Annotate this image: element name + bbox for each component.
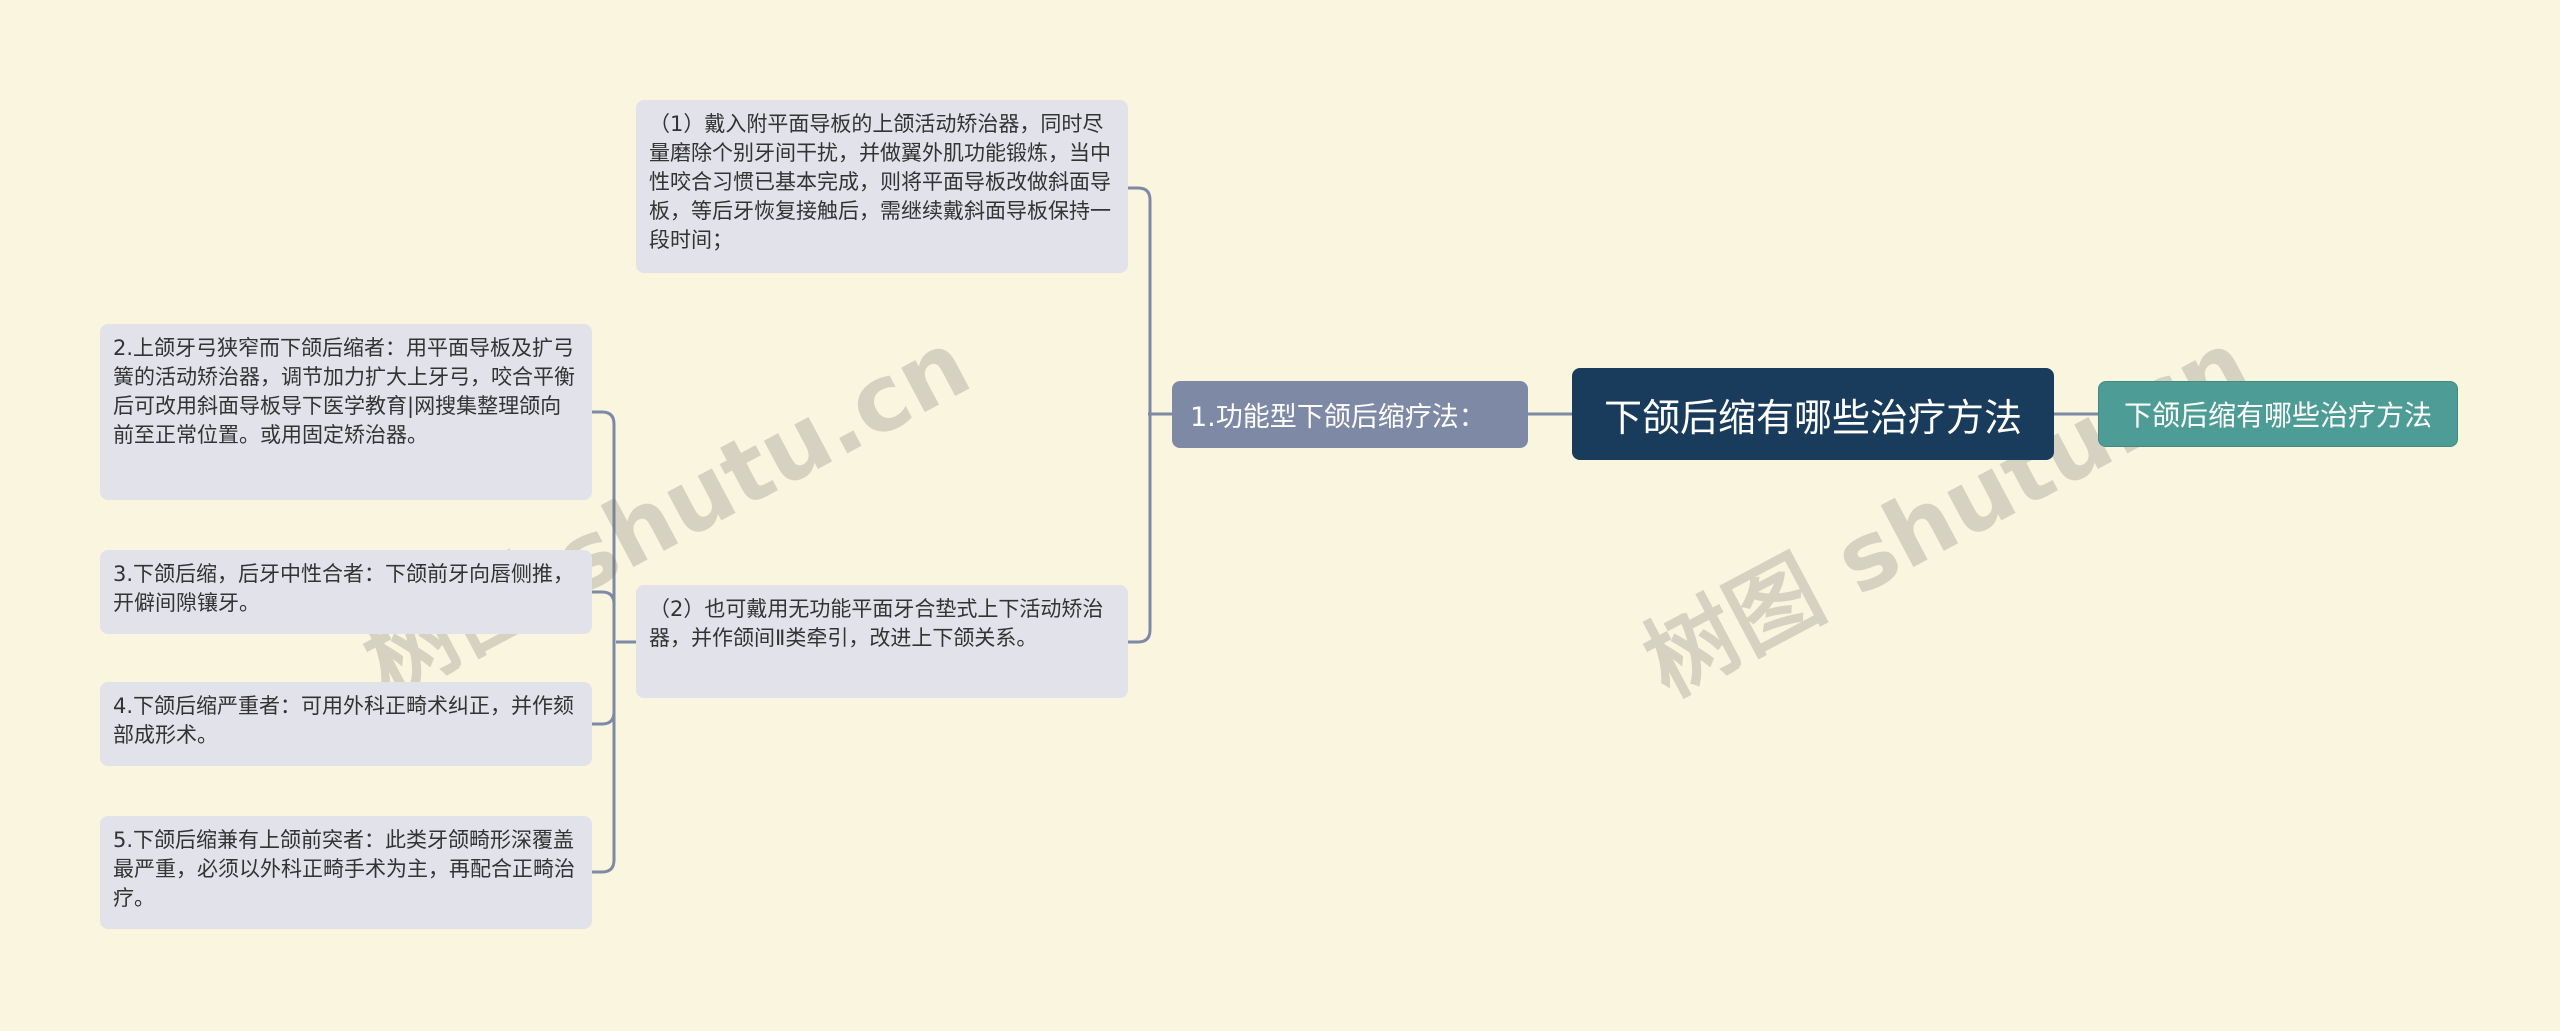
sub-item-text: （1）戴入附平面导板的上颌活动矫治器，同时尽量磨除个别牙间干扰，并做翼外肌功能锻… — [649, 112, 1111, 252]
alt-topic-node[interactable]: 下颌后缩有哪些治疗方法 — [2098, 381, 2458, 447]
root-label: 下颌后缩有哪些治疗方法 — [1603, 395, 2022, 440]
leaf-item-3[interactable]: 3.下颌后缩，后牙中性合者：下颌前牙向唇侧推，开僻间隙镶牙。 — [100, 550, 592, 634]
root-node[interactable]: 下颌后缩有哪些治疗方法 — [1572, 368, 2054, 460]
leaf-item-2[interactable]: 2.上颌牙弓狭窄而下颌后缩者：用平面导板及扩弓簧的活动矫治器，调节加力扩大上牙弓… — [100, 324, 592, 500]
sub-item-1[interactable]: （1）戴入附平面导板的上颌活动矫治器，同时尽量磨除个别牙间干扰，并做翼外肌功能锻… — [636, 100, 1128, 273]
sub-item-text: （2）也可戴用无功能平面牙合垫式上下活动矫治器，并作颌间Ⅱ类牵引，改进上下颌关系… — [649, 597, 1104, 650]
connector-branch-subs — [1128, 186, 1172, 644]
leaf-item-4[interactable]: 4.下颌后缩严重者：可用外科正畸术纠正，并作颏部成形术。 — [100, 682, 592, 766]
branch-label: 1.功能型下颌后缩疗法： — [1190, 402, 1486, 433]
leaf-item-text: 2.上颌牙弓狭窄而下颌后缩者：用平面导板及扩弓簧的活动矫治器，调节加力扩大上牙弓… — [113, 336, 575, 447]
leaf-item-text: 5.下颌后缩兼有上颌前突者：此类牙颌畸形深覆盖最严重，必须以外科正畸手术为主，再… — [113, 828, 575, 910]
leaf-item-text: 4.下颌后缩严重者：可用外科正畸术纠正，并作颏部成形术。 — [113, 694, 575, 747]
alt-topic-label: 下颌后缩有哪些治疗方法 — [2123, 399, 2432, 432]
leaf-item-5[interactable]: 5.下颌后缩兼有上颌前突者：此类牙颌畸形深覆盖最严重，必须以外科正畸手术为主，再… — [100, 816, 592, 929]
sub-item-2[interactable]: （2）也可戴用无功能平面牙合垫式上下活动矫治器，并作颌间Ⅱ类牵引，改进上下颌关系… — [636, 585, 1128, 698]
connector-sub-leaves — [592, 410, 636, 874]
branch-node[interactable]: 1.功能型下颌后缩疗法： — [1172, 381, 1528, 448]
leaf-item-text: 3.下颌后缩，后牙中性合者：下颌前牙向唇侧推，开僻间隙镶牙。 — [113, 562, 575, 615]
